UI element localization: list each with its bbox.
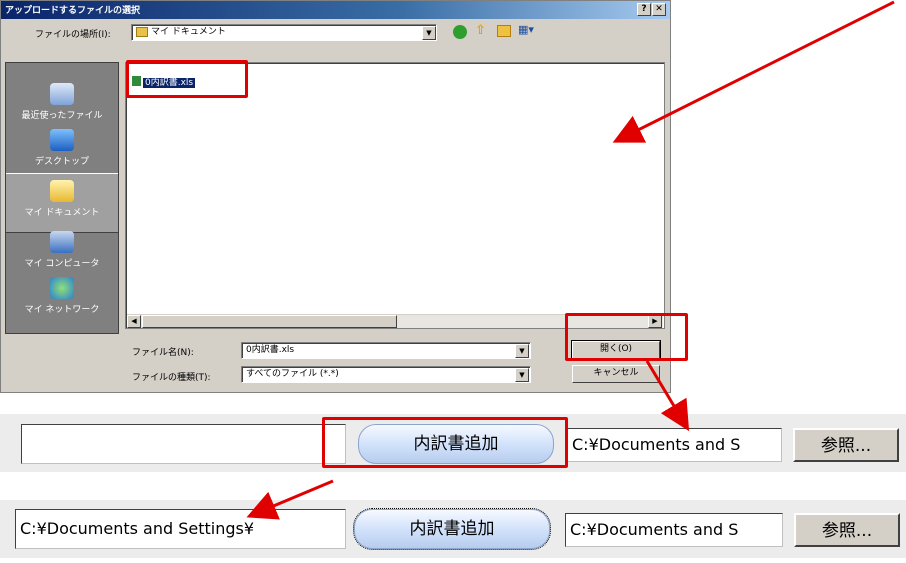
filename-input[interactable]: 0内訳書.xls bbox=[241, 342, 531, 359]
mycomputer-icon bbox=[50, 231, 74, 253]
annotation-box-open bbox=[565, 313, 688, 361]
dialog-titlebar[interactable]: アップロードするファイルの選択 ? ✕ bbox=[1, 1, 670, 19]
annotation-box-add bbox=[322, 417, 568, 468]
file-path-input-empty[interactable] bbox=[21, 424, 346, 464]
filename-label: ファイル名(N): bbox=[132, 348, 194, 358]
mydocs-icon bbox=[50, 180, 74, 202]
annotation-box-file bbox=[126, 60, 248, 98]
place-desktop-label: デスクトップ bbox=[34, 157, 89, 167]
network-icon bbox=[50, 277, 74, 299]
filetype-combo[interactable]: すべてのファイル (*.*) bbox=[241, 366, 531, 383]
lookin-value: マイ ドキュメント bbox=[151, 27, 226, 37]
filetype-label: ファイルの種類(T): bbox=[132, 373, 211, 383]
scroll-left-button[interactable]: ◀ bbox=[127, 315, 141, 328]
add-breakdown-button-focused[interactable]: 内訳書追加 bbox=[353, 508, 551, 550]
desktop-icon bbox=[50, 129, 74, 151]
back-icon[interactable] bbox=[453, 25, 467, 39]
place-mydocs-label: マイ ドキュメント bbox=[24, 208, 100, 218]
new-folder-icon[interactable] bbox=[497, 25, 511, 37]
place-network-label: マイ ネットワーク bbox=[24, 305, 100, 315]
up-folder-icon[interactable]: ⇧ bbox=[475, 23, 486, 38]
file-path-field[interactable]: C:¥Documents and S bbox=[567, 428, 782, 462]
file-path-field[interactable]: C:¥Documents and S bbox=[565, 513, 783, 547]
close-button[interactable]: ✕ bbox=[652, 3, 666, 16]
place-recent-label: 最近使ったファイル bbox=[21, 111, 103, 121]
place-recent[interactable]: 最近使ったファイル bbox=[6, 83, 118, 121]
filetype-dropdown-button[interactable]: ▼ bbox=[515, 368, 529, 382]
place-network[interactable]: マイ ネットワーク bbox=[6, 277, 118, 315]
upload-row-after: C:¥Documents and Settings¥ 内訳書追加 C:¥Docu… bbox=[0, 500, 906, 558]
folder-icon bbox=[136, 26, 148, 37]
place-mycomputer-label: マイ コンピュータ bbox=[24, 259, 100, 269]
views-menu-icon[interactable]: ▦▾ bbox=[518, 23, 534, 36]
place-mydocs[interactable]: マイ ドキュメント bbox=[6, 173, 118, 233]
help-button[interactable]: ? bbox=[637, 3, 651, 16]
lookin-label: ファイルの場所(I): bbox=[35, 30, 111, 40]
file-list[interactable]: 0内訳書.xls bbox=[125, 62, 665, 329]
dialog-title: アップロードするファイルの選択 bbox=[5, 6, 141, 16]
browse-button[interactable]: 参照... bbox=[794, 513, 900, 547]
lookin-dropdown-button[interactable]: ▼ bbox=[422, 26, 436, 40]
scroll-thumb[interactable] bbox=[142, 315, 397, 328]
cancel-button[interactable]: キャンセル bbox=[572, 365, 660, 383]
lookin-combo[interactable]: マイ ドキュメント bbox=[131, 24, 437, 41]
browse-button[interactable]: 参照... bbox=[793, 428, 899, 462]
filename-dropdown-button[interactable]: ▼ bbox=[515, 344, 529, 358]
file-path-input-filled[interactable]: C:¥Documents and Settings¥ bbox=[15, 509, 346, 549]
place-desktop[interactable]: デスクトップ bbox=[6, 129, 118, 167]
places-bar: 最近使ったファイル デスクトップ マイ ドキュメント マイ コンピュータ マイ … bbox=[5, 62, 119, 334]
recent-icon bbox=[50, 83, 74, 105]
place-mycomputer[interactable]: マイ コンピュータ bbox=[6, 231, 118, 269]
